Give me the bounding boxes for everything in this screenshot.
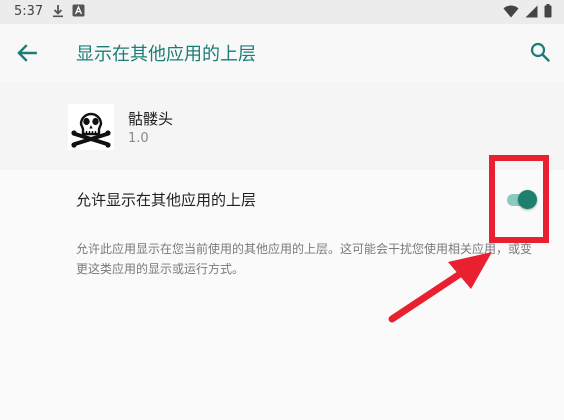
download-icon	[53, 5, 63, 18]
overlay-permission-label: 允许显示在其他应用的上层	[76, 191, 257, 209]
search-icon[interactable]	[528, 40, 552, 64]
overlay-permission-summary: 允许此应用显示在您当前使用的其他应用的上层。这可能会干扰您使用相关应用，或变更这…	[76, 242, 533, 276]
app-header: 骷髅头 1.0	[0, 82, 564, 170]
settings-section: 允许显示在其他应用的上层 允许此应用显示在您当前使用的其他应用的上层。这可能会干…	[0, 170, 564, 420]
arrow-back-icon[interactable]	[14, 40, 40, 66]
overlay-permission-row[interactable]: 允许显示在其他应用的上层	[0, 170, 564, 228]
app-icon	[68, 104, 114, 150]
annotation-highlight-box	[489, 155, 549, 243]
app-name: 骷髅头	[128, 110, 174, 128]
app-version: 1.0	[128, 131, 149, 146]
app-bar: 显示在其他应用的上层	[0, 24, 564, 82]
status-time: 5:37	[14, 4, 44, 19]
signal-icon	[525, 5, 538, 17]
status-left-icons	[52, 4, 85, 18]
notification-a-icon	[72, 4, 85, 17]
skull-crossbones-icon	[71, 112, 111, 148]
page-title: 显示在其他应用的上层	[76, 44, 256, 65]
status-bar: 5:37	[0, 0, 564, 24]
status-right-icons	[503, 4, 552, 18]
battery-icon	[544, 4, 552, 18]
wifi-icon	[503, 5, 519, 17]
